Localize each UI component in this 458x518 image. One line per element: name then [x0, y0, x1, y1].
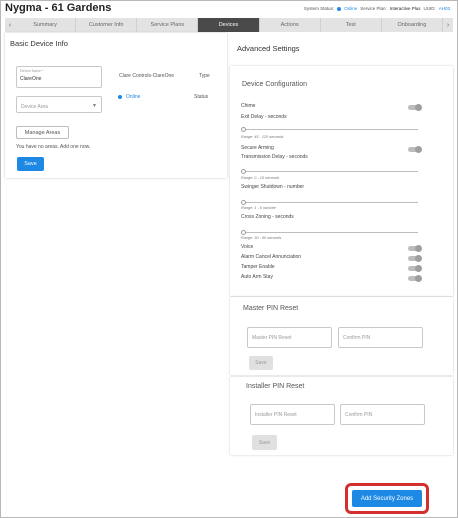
tab-devices[interactable]: Devices [198, 18, 260, 32]
device-status-value: Online [126, 94, 141, 100]
tab-summary[interactable]: Summary [15, 18, 77, 32]
advanced-settings-panel: Advanced Settings Device Configuration C… [230, 33, 453, 515]
no-areas-text: You have no areas. Add one now. [16, 144, 91, 150]
online-status-icon [118, 95, 122, 99]
device-name-field[interactable]: Device Name * ClareOne [16, 66, 102, 88]
exit-delay-slider-track [241, 129, 418, 130]
cross-zoning-label: Cross Zoning - seconds [241, 214, 294, 220]
installer-pin-card: Installer PIN Reset Installer PIN Reset … [230, 377, 453, 455]
transmission-delay-slider-track [241, 171, 418, 172]
device-name-value: ClareOne [20, 76, 42, 82]
system-status-label: System Status: [303, 6, 335, 11]
installer-pin-input[interactable]: Installer PIN Reset [250, 404, 335, 425]
master-pin-input[interactable]: Master PIN Reset [247, 327, 332, 348]
service-plan-label: Service Plan: [360, 6, 387, 11]
installer-pin-save-button[interactable]: Save [252, 435, 277, 450]
highlight-box [345, 483, 429, 514]
device-area-placeholder: Device Area [21, 104, 48, 110]
alarm-cancel-label: Alarm Cancel Annunciation [241, 254, 302, 260]
exit-delay-range: Range: 45 - 120 seconds [241, 135, 284, 139]
basic-device-info-title: Basic Device Info [10, 39, 68, 48]
swinger-shutdown-range: Range: 1 - 6 number [241, 206, 276, 210]
save-button[interactable]: Save [17, 157, 44, 171]
exit-delay-slider-handle[interactable] [241, 127, 246, 132]
device-name-label: Device Name * [20, 69, 44, 73]
uuid-label: UUID: [423, 6, 436, 11]
chime-toggle[interactable] [408, 104, 422, 111]
chime-label: Chime [241, 103, 256, 109]
auto-arm-stay-label: Auto Arm Stay [241, 274, 273, 280]
master-pin-save-button[interactable]: Save [249, 356, 273, 370]
transmission-delay-label: Transmission Delay - seconds [241, 154, 308, 160]
tab-service-plans[interactable]: Service Plans [137, 18, 199, 32]
transmission-delay-slider-handle[interactable] [241, 169, 246, 174]
tab-onboarding[interactable]: Onboarding [382, 18, 443, 32]
tab-customer-info[interactable]: Customer Info [76, 18, 138, 32]
uuid-value[interactable]: AH03 [439, 6, 450, 11]
installer-confirm-pin-placeholder: Confirm PIN [345, 412, 373, 418]
device-configuration-card: Device Configuration Chime Exit Delay - … [230, 66, 453, 296]
swinger-shutdown-slider-handle[interactable] [241, 200, 246, 205]
device-configuration-title: Device Configuration [242, 81, 307, 88]
device-type-value: Clare Controls-ClareOne [119, 73, 175, 79]
manage-areas-button[interactable]: Manage Areas [16, 126, 69, 139]
tab-test[interactable]: Test [321, 18, 382, 32]
voice-label: Voice [241, 244, 254, 250]
cross-zoning-range: Range: 30 - 60 seconds [241, 236, 282, 240]
installer-pin-placeholder: Installer PIN Reset [255, 412, 297, 418]
exit-delay-label: Exit Delay - seconds [241, 114, 287, 120]
installer-confirm-pin-input[interactable]: Confirm PIN [340, 404, 425, 425]
master-pin-card: Master PIN Reset Master PIN Reset Confir… [230, 297, 453, 375]
tab-next-chevron-icon[interactable]: › [443, 18, 453, 32]
tamper-enable-label: Tamper Enable [241, 264, 275, 270]
page-header: Nygma - 61 Gardens System Status: Online… [0, 0, 458, 18]
auto-arm-stay-toggle[interactable] [408, 275, 422, 282]
page-title: Nygma - 61 Gardens [5, 2, 112, 14]
swinger-shutdown-label: Swinger Shutdown - number [241, 184, 305, 190]
cross-zoning-slider-handle[interactable] [241, 230, 246, 235]
service-plan-value: Interactive Plus [389, 6, 421, 11]
master-confirm-pin-input[interactable]: Confirm PIN [338, 327, 423, 348]
secure-arming-toggle[interactable] [408, 146, 422, 153]
device-status-label: Status [194, 94, 209, 100]
tamper-enable-toggle[interactable] [408, 265, 422, 272]
tab-prev-chevron-icon[interactable]: ‹ [5, 18, 15, 32]
secure-arming-label: Secure Arming [241, 145, 274, 151]
header-meta: System Status: Online Service Plan: Inte… [304, 6, 450, 11]
system-status-value: Online [344, 6, 358, 11]
tab-actions[interactable]: Actions [260, 18, 321, 32]
voice-toggle[interactable] [408, 245, 422, 252]
online-status-icon [337, 6, 342, 11]
alarm-cancel-toggle[interactable] [408, 255, 422, 262]
device-type-label: Type [199, 73, 210, 79]
cross-zoning-slider-track [241, 232, 418, 233]
advanced-settings-title: Advanced Settings [237, 44, 300, 53]
installer-pin-title: Installer PIN Reset [246, 383, 305, 390]
transmission-delay-range: Range: 0 - 15 seconds [241, 176, 280, 180]
device-area-select[interactable]: Device Area ▼ [16, 96, 102, 113]
master-confirm-pin-placeholder: Confirm PIN [343, 335, 371, 341]
master-pin-placeholder: Master PIN Reset [252, 335, 292, 341]
basic-device-info-panel: Basic Device Info Device Name * ClareOne… [5, 33, 227, 178]
tab-bar: ‹ Summary Customer Info Service Plans De… [5, 18, 453, 32]
swinger-shutdown-slider-track [241, 202, 418, 203]
chevron-down-icon: ▼ [92, 103, 97, 109]
master-pin-title: Master PIN Reset [243, 305, 299, 312]
